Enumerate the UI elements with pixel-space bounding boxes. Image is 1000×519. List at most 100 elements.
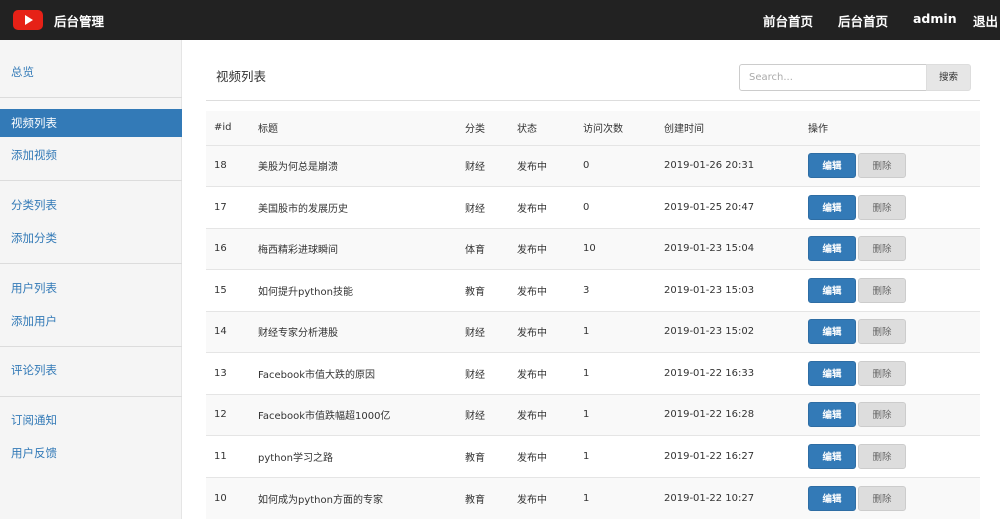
delete-button[interactable]: 删除 xyxy=(858,194,906,220)
delete-button[interactable]: 删除 xyxy=(858,443,906,469)
cell-id: 10 xyxy=(206,476,250,519)
col-status-header: 状态 xyxy=(509,111,575,145)
edit-button[interactable]: 编辑 xyxy=(808,236,856,262)
cell-category: 教育 xyxy=(457,476,509,519)
cell-title: 如何成为python方面的专家 xyxy=(250,476,457,519)
cell-status: 发布中 xyxy=(509,435,575,477)
cell-actions: 编辑 删除 xyxy=(800,144,980,187)
cell-category: 财经 xyxy=(457,393,509,436)
cell-status: 发布中 xyxy=(509,310,575,353)
delete-button[interactable]: 删除 xyxy=(858,319,906,345)
cell-category: 财经 xyxy=(457,186,509,228)
brand-title[interactable]: 后台管理 xyxy=(54,11,104,30)
cell-category: 教育 xyxy=(457,435,509,477)
sidebar-item-comment-list[interactable]: 评论列表 xyxy=(0,356,182,384)
cell-category: 体育 xyxy=(457,227,509,270)
search-button[interactable]: 搜索 xyxy=(926,64,971,91)
nav-backend-home[interactable]: 后台首页 xyxy=(838,11,888,30)
edit-button[interactable]: 编辑 xyxy=(808,360,856,386)
edit-button[interactable]: 编辑 xyxy=(808,319,856,345)
table-header-row: #id 标题 分类 状态 访问次数 创建时间 操作 xyxy=(206,111,980,145)
search-input[interactable] xyxy=(739,64,927,91)
cell-category: 财经 xyxy=(457,352,509,394)
delete-button[interactable]: 删除 xyxy=(858,153,906,179)
title-divider xyxy=(206,100,980,101)
edit-button[interactable]: 编辑 xyxy=(808,443,856,469)
edit-button[interactable]: 编辑 xyxy=(808,277,856,303)
cell-status: 发布中 xyxy=(509,227,575,270)
sidebar-divider xyxy=(0,97,182,98)
cell-views: 0 xyxy=(575,186,656,228)
sidebar-divider xyxy=(0,396,182,397)
cell-status: 发布中 xyxy=(509,393,575,436)
cell-created: 2019-01-22 16:33 xyxy=(656,352,800,394)
cell-views: 1 xyxy=(575,310,656,353)
cell-id: 17 xyxy=(206,186,250,228)
main-content: 视频列表 搜索 #id 标题 分类 状态 访问次数 创建时间 操作 18美股为何… xyxy=(182,40,1000,519)
sidebar-item-category-list[interactable]: 分类列表 xyxy=(0,191,182,219)
page-title: 视频列表 xyxy=(216,69,267,84)
cell-status: 发布中 xyxy=(509,352,575,394)
cell-title: 财经专家分析港股 xyxy=(250,310,457,353)
cell-created: 2019-01-22 10:27 xyxy=(656,476,800,519)
sidebar-item-user-list[interactable]: 用户列表 xyxy=(0,274,182,302)
top-navbar: 后台管理 前台首页 后台首页 admin 退出 xyxy=(0,0,1000,40)
nav-logout[interactable]: 退出 xyxy=(973,11,998,30)
nav-frontend-home[interactable]: 前台首页 xyxy=(763,11,813,30)
sidebar-item-add-video[interactable]: 添加视频 xyxy=(0,141,182,169)
cell-views: 1 xyxy=(575,435,656,477)
cell-created: 2019-01-25 20:47 xyxy=(656,186,800,228)
sidebar-item-add-category[interactable]: 添加分类 xyxy=(0,224,182,252)
edit-button[interactable]: 编辑 xyxy=(808,402,856,428)
delete-button[interactable]: 删除 xyxy=(858,485,906,511)
cell-actions: 编辑 删除 xyxy=(800,393,980,436)
youtube-logo-icon xyxy=(13,10,43,30)
cell-actions: 编辑 删除 xyxy=(800,352,980,394)
sidebar-divider xyxy=(0,346,182,347)
cell-created: 2019-01-22 16:28 xyxy=(656,393,800,436)
cell-id: 15 xyxy=(206,269,250,311)
cell-title: Facebook市值跌幅超1000亿 xyxy=(250,393,457,436)
delete-button[interactable]: 删除 xyxy=(858,277,906,303)
table-row: 17 美国股市的发展历史 财经 发布中 0 2019-01-25 20:47 编辑 删除 xyxy=(206,186,980,228)
sidebar-item-subscriptions[interactable]: 订阅通知 xyxy=(0,406,182,434)
delete-button[interactable]: 删除 xyxy=(858,402,906,428)
table-row: 13 Facebook市值大跌的原因 财经 发布中 1 2019-01-22 16:33 编… xyxy=(206,352,980,394)
cell-created: 2019-01-22 16:27 xyxy=(656,435,800,477)
col-title-header: 标题 xyxy=(250,111,457,145)
cell-status: 发布中 xyxy=(509,476,575,519)
cell-created: 2019-01-23 15:02 xyxy=(656,310,800,353)
cell-views: 3 xyxy=(575,269,656,311)
sidebar-item-overview[interactable]: 总览 xyxy=(0,58,182,86)
sidebar-divider xyxy=(0,180,182,181)
edit-button[interactable]: 编辑 xyxy=(808,194,856,220)
cell-category: 财经 xyxy=(457,144,509,187)
cell-views: 10 xyxy=(575,227,656,270)
nav-admin-user[interactable]: admin xyxy=(913,11,957,26)
table-row: 12 Facebook市值跌幅超1000亿 财经 发布中 1 2019-01-22 16:… xyxy=(206,393,980,436)
edit-button[interactable]: 编辑 xyxy=(808,153,856,179)
edit-button[interactable]: 编辑 xyxy=(808,485,856,511)
cell-title: 如何提升python技能 xyxy=(250,269,457,311)
table-row: 11 python学习之路 教育 发布中 1 2019-01-22 16:27 编辑 删除 xyxy=(206,435,980,477)
cell-status: 发布中 xyxy=(509,144,575,187)
cell-category: 教育 xyxy=(457,269,509,311)
delete-button[interactable]: 删除 xyxy=(858,360,906,386)
sidebar: 总览 视频列表 添加视频 分类列表 添加分类 用户列表 添加用户 评论列表 订阅… xyxy=(0,40,182,519)
cell-id: 16 xyxy=(206,227,250,270)
cell-status: 发布中 xyxy=(509,269,575,311)
sidebar-item-feedback[interactable]: 用户反馈 xyxy=(0,439,182,467)
sidebar-item-add-user[interactable]: 添加用户 xyxy=(0,307,182,335)
cell-title: 梅西精彩进球瞬间 xyxy=(250,227,457,270)
col-created-header: 创建时间 xyxy=(656,111,800,145)
col-views-header: 访问次数 xyxy=(575,111,656,145)
cell-actions: 编辑 删除 xyxy=(800,269,980,311)
delete-button[interactable]: 删除 xyxy=(858,236,906,262)
col-category-header: 分类 xyxy=(457,111,509,145)
cell-actions: 编辑 删除 xyxy=(800,476,980,519)
cell-views: 1 xyxy=(575,352,656,394)
cell-actions: 编辑 删除 xyxy=(800,310,980,353)
sidebar-item-video-list[interactable]: 视频列表 xyxy=(0,109,182,137)
table-row: 16 梅西精彩进球瞬间 体育 发布中 10 2019-01-23 15:04 编辑 删除 xyxy=(206,227,980,270)
cell-views: 1 xyxy=(575,393,656,436)
